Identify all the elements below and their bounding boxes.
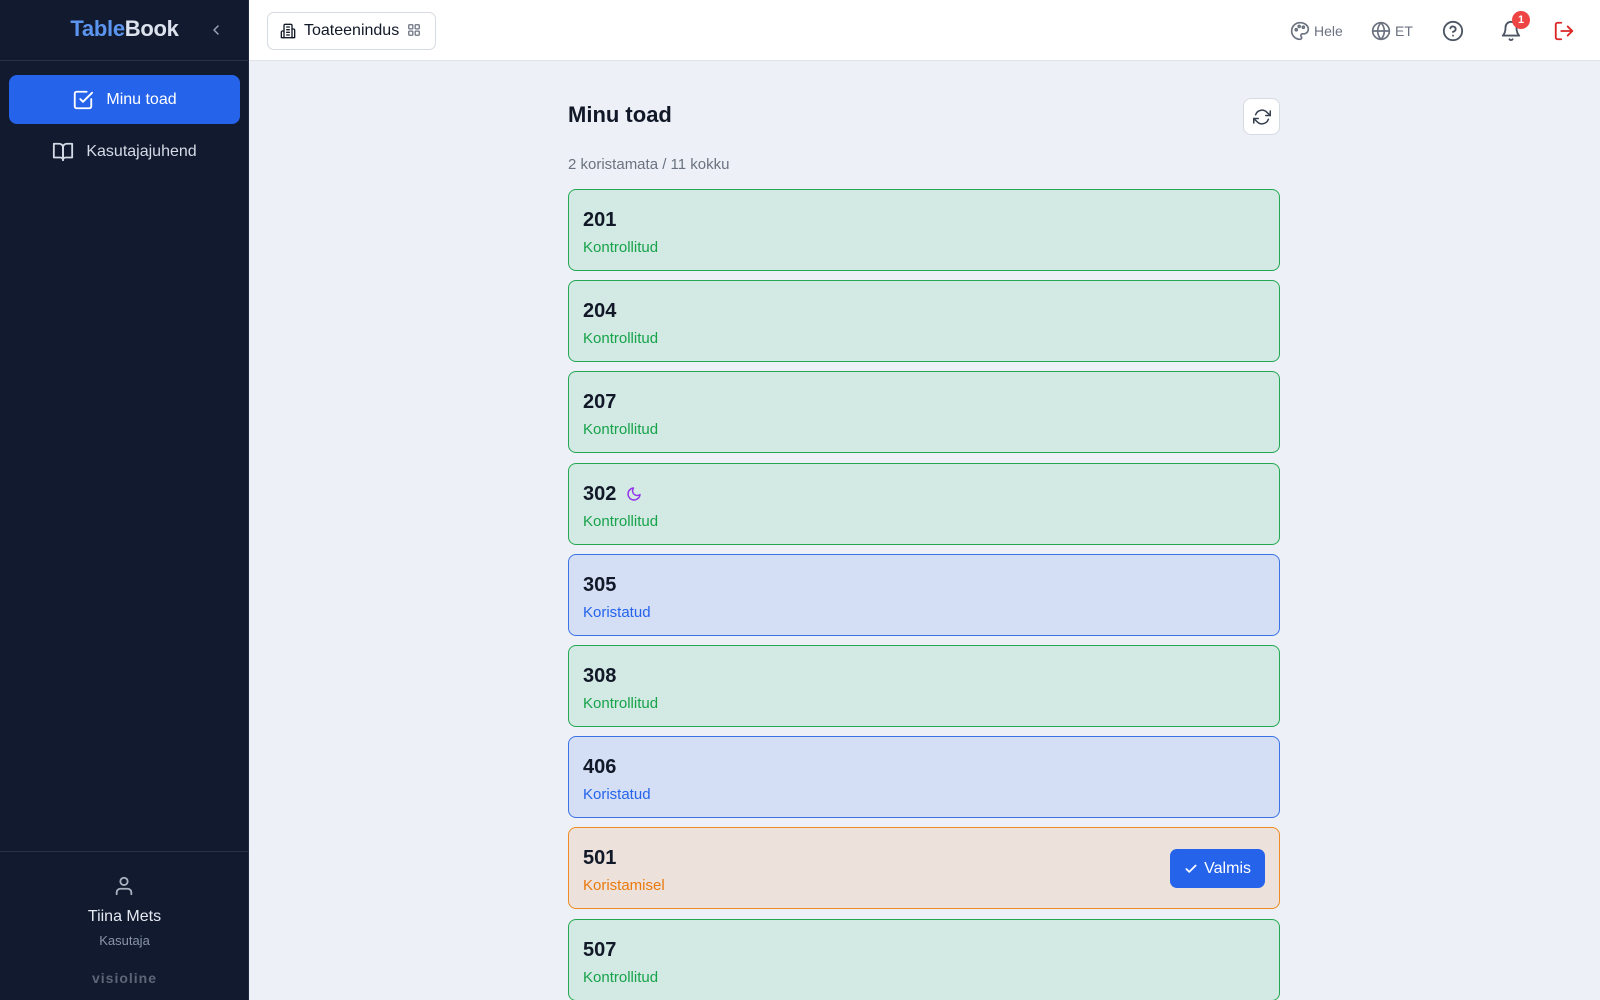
room-status: Koristatud xyxy=(583,786,651,804)
room-status: Kontrollitud xyxy=(583,694,659,712)
sidebar-item-label: Kasutajajuhend xyxy=(86,142,197,160)
room-status: Koristatud xyxy=(583,603,651,621)
done-label: Valmis xyxy=(1204,859,1251,877)
theme-toggle[interactable]: Hele xyxy=(1290,21,1343,41)
room-card[interactable]: 204 Kontrollitud xyxy=(568,280,1280,363)
room-number: 406 xyxy=(583,756,617,779)
language-selector[interactable]: ET xyxy=(1371,21,1413,41)
sidebar-item-label: Minu toad xyxy=(106,90,177,108)
sidebar-header: TableBook xyxy=(0,0,248,61)
grid-icon xyxy=(407,23,423,39)
room-status: Koristamisel xyxy=(583,877,665,895)
moon-icon xyxy=(626,486,642,502)
room-number: 204 xyxy=(583,300,617,323)
user-role: Kasutaja xyxy=(99,933,150,948)
module-selector-button[interactable]: Toateenindus xyxy=(267,12,437,50)
room-card[interactable]: 207 Kontrollitud xyxy=(568,371,1280,454)
sidebar-item-kasutajajuhend[interactable]: Kasutajajuhend xyxy=(9,127,240,176)
check-icon xyxy=(1184,862,1198,876)
room-number: 207 xyxy=(583,391,617,414)
room-card[interactable]: 305 Koristatud xyxy=(568,553,1280,636)
user-icon xyxy=(113,874,135,898)
room-card[interactable]: 302 Kontrollitud xyxy=(568,462,1280,545)
room-number: 308 xyxy=(583,664,617,687)
help-button[interactable] xyxy=(1442,20,1464,42)
checkbox-icon xyxy=(72,89,94,111)
logout-button[interactable] xyxy=(1553,20,1575,42)
room-number: 507 xyxy=(583,938,617,961)
room-card[interactable]: 201 Kontrollitud xyxy=(568,189,1280,271)
top-bar: Toateenindus Hele ET xyxy=(249,0,1600,61)
page-title: Minu toad xyxy=(568,102,672,127)
room-number: 201 xyxy=(583,209,617,231)
room-list: 201 Kontrollitud 204 Kontrollitud 207 Ko… xyxy=(568,189,1280,1000)
rooms-summary: 2 koristamata / 11 kokku xyxy=(568,156,730,173)
sidebar: TableBook Minu toad Kasutajajuhend Tiina… xyxy=(0,0,249,1000)
vendor-logo: visioline xyxy=(91,970,158,986)
theme-label: Hele xyxy=(1314,22,1343,39)
user-name: Tiina Mets xyxy=(87,908,162,925)
room-number: 302 xyxy=(583,482,617,505)
collapse-sidebar-button[interactable] xyxy=(206,20,226,40)
room-status: Kontrollitud xyxy=(583,330,659,348)
room-status: Kontrollitud xyxy=(583,421,659,439)
room-number: 305 xyxy=(583,573,617,596)
globe-icon xyxy=(1371,21,1391,41)
refresh-icon xyxy=(1252,108,1271,125)
room-card[interactable]: 308 Kontrollitud xyxy=(568,644,1280,727)
language-label: ET xyxy=(1395,22,1413,39)
room-number: 501 xyxy=(583,847,617,870)
sidebar-nav: Minu toad Kasutajajuhend xyxy=(9,75,240,179)
palette-icon xyxy=(1290,21,1310,41)
room-status: Kontrollitud xyxy=(583,512,659,530)
sidebar-item-minu-toad[interactable]: Minu toad xyxy=(9,75,240,124)
room-card[interactable]: 501 Koristamisel Valmis xyxy=(568,827,1280,910)
user-panel: Tiina Mets Kasutaja visioline xyxy=(0,851,249,1000)
notification-badge: 1 xyxy=(1512,11,1530,29)
refresh-button[interactable] xyxy=(1243,98,1280,135)
room-status: Kontrollitud xyxy=(583,968,659,986)
help-circle-icon xyxy=(1442,20,1464,42)
module-label: Toateenindus xyxy=(304,22,400,39)
book-icon xyxy=(52,141,74,163)
room-status: Kontrollitud xyxy=(583,239,659,256)
mark-done-button[interactable]: Valmis xyxy=(1170,849,1265,889)
room-card[interactable]: 406 Koristatud xyxy=(568,736,1280,819)
logout-icon xyxy=(1553,20,1575,42)
room-card[interactable]: 507 Kontrollitud xyxy=(568,918,1280,1000)
chevron-left-icon xyxy=(213,25,219,35)
building-icon xyxy=(280,23,296,39)
